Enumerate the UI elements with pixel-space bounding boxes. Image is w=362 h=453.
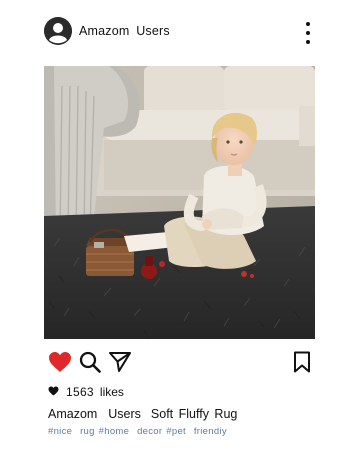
post-image	[44, 66, 315, 339]
post-caption: Amazom Users Soft Fluffy Rug	[48, 407, 237, 421]
likes-label: likes	[99, 385, 124, 399]
search-icon[interactable]	[79, 351, 101, 378]
likes-summary: 1563 likes	[48, 384, 124, 400]
post-header: Amazom Users	[44, 16, 320, 46]
heart-icon[interactable]	[48, 351, 72, 378]
post-actions	[44, 350, 315, 376]
heart-icon	[48, 385, 59, 399]
bookmark-icon[interactable]	[293, 351, 311, 378]
send-icon[interactable]	[108, 351, 132, 378]
more-vertical-icon[interactable]	[304, 22, 312, 44]
post-username[interactable]: Amazom Users	[79, 24, 170, 38]
caption-text: Soft Fluffy Rug	[150, 407, 238, 421]
post-hashtags[interactable]: #nice rug #home decor #pet friendiy	[48, 426, 227, 437]
caption-username[interactable]: Amazom Users	[48, 407, 141, 421]
user-avatar-icon[interactable]	[44, 17, 72, 45]
likes-count: 1563	[66, 385, 94, 399]
